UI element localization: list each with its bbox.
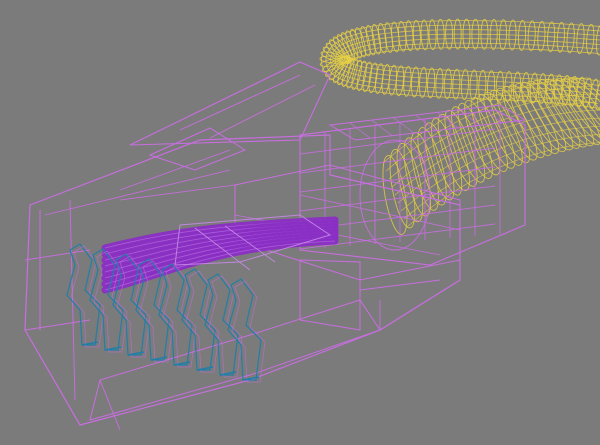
3d-viewport[interactable] [0, 0, 600, 445]
wireframe-render [24, 18, 600, 431]
